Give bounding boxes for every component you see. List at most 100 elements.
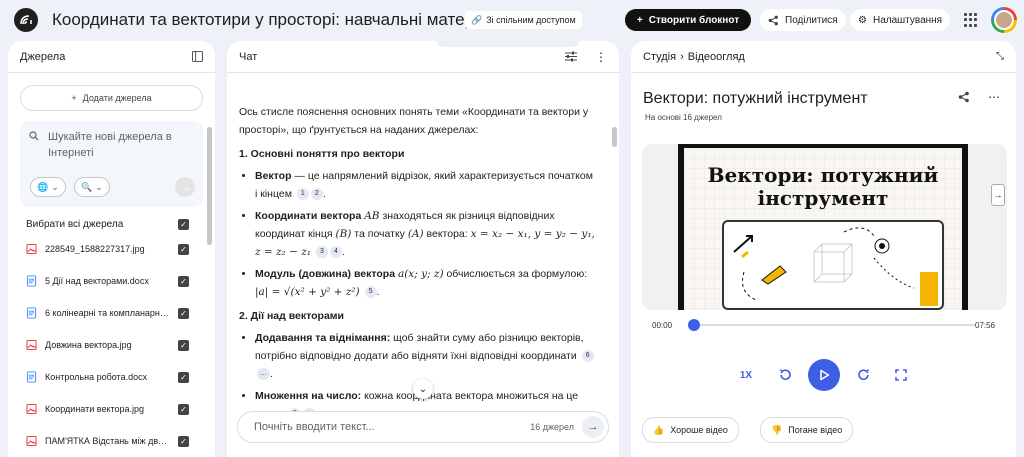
next-slide-arrow-icon[interactable]: → <box>991 184 1005 206</box>
more-vert-icon[interactable]: ⋮ <box>595 50 607 64</box>
source-name: Контрольна робота.docx <box>45 372 148 382</box>
select-all-label: Вибрати всі джерела <box>26 218 124 230</box>
source-checkbox[interactable]: ✓ <box>178 435 189 447</box>
tune-icon[interactable] <box>565 51 577 62</box>
thumb-up-icon: 👍 <box>653 424 665 435</box>
rewind-10-icon[interactable] <box>774 359 796 391</box>
video-player[interactable]: Вектори: потужний інструмент → <box>642 144 1007 310</box>
bullet-list: Вектор — це напрямлений відрізок, який х… <box>255 167 595 301</box>
share-icon <box>768 15 778 25</box>
list-item[interactable]: Координати вектора.jpg ✓ <box>8 393 215 425</box>
list-item[interactable]: Контрольна робота.docx ✓ <box>8 361 215 393</box>
sources-scrollbar[interactable] <box>207 127 212 245</box>
list-item[interactable]: 5 Дії над векторами.docx ✓ <box>8 265 215 297</box>
plus-icon: + <box>71 93 77 103</box>
globe-icon: 🌐 <box>37 182 49 192</box>
speed-button[interactable]: 1X <box>735 359 757 391</box>
source-checkbox[interactable]: ✓ <box>178 275 189 287</box>
progress-track[interactable] <box>694 324 976 326</box>
forward-10-icon[interactable] <box>853 359 875 391</box>
citation-chip[interactable]: 1 <box>296 188 309 201</box>
share-button[interactable]: Поділитися <box>760 9 846 31</box>
good-video-button[interactable]: 👍 Хороше відео <box>642 417 739 443</box>
shared-access-chip[interactable]: 🔗 Зі спільним доступом <box>465 11 582 29</box>
notebooklm-logo-icon[interactable] <box>14 8 38 32</box>
chat-input[interactable]: Почніть вводити текст... 16 джерел → <box>237 411 609 443</box>
source-checkbox[interactable]: ✓ <box>178 307 189 319</box>
image-file-icon <box>26 339 37 351</box>
page-title: Координати та вектотири у просторі: навч… <box>52 10 507 29</box>
section-heading: 2. Дії над векторами <box>239 310 345 322</box>
progress-thumb[interactable] <box>688 319 700 331</box>
time-current: 00:00 <box>652 321 673 330</box>
list-item: Додавання та віднімання: щоб знайти суму… <box>255 329 595 383</box>
source-checkbox[interactable]: ✓ <box>178 339 189 351</box>
search-icon <box>29 130 39 146</box>
send-arrow-icon[interactable]: → <box>582 416 604 438</box>
play-button[interactable] <box>808 359 840 391</box>
source-name: 5 Дії над векторами.docx <box>45 276 149 286</box>
more-horiz-icon[interactable]: ⋯ <box>988 91 1000 103</box>
bullet-text: вектора: <box>423 228 471 240</box>
citation-chip[interactable]: 2 <box>310 188 323 201</box>
citation-chip[interactable]: 3 <box>315 246 328 259</box>
play-icon <box>820 369 830 381</box>
source-checkbox[interactable]: ✓ <box>178 243 189 255</box>
list-item: Координати вектора AB знаходяться як різ… <box>255 207 595 261</box>
citation-chip[interactable]: 4 <box>329 246 342 259</box>
thumb-down-icon: 👎 <box>771 424 783 435</box>
term: Координати вектора <box>255 210 362 222</box>
sources-panel: Джерела + Додати джерела Шукайте нові дж… <box>8 41 215 457</box>
add-sources-label: Додати джерела <box>82 93 152 103</box>
citation-chip[interactable]: 6 <box>581 350 594 363</box>
chat-panel: Чат ⋮ Ось стисле пояснення основних поня… <box>227 41 619 457</box>
slide-title: Вектори: потужний інструмент <box>707 163 939 210</box>
select-all-checkbox[interactable]: ✓ <box>178 218 189 230</box>
studio-header: Студія › Відеоогляд ⤡ <box>631 41 1016 73</box>
search-mode-dropdown[interactable]: 🔍 ⌄ <box>74 177 110 197</box>
scroll-down-chevron-icon[interactable]: ⌄ <box>413 379 433 399</box>
share-icon[interactable] <box>958 91 970 103</box>
chat-scrollbar[interactable] <box>612 127 617 147</box>
settings-label: Налаштування <box>872 14 943 26</box>
previous-message-edge <box>437 41 579 47</box>
web-search-box[interactable]: Шукайте нові джерела в Інтернеті 🌐 ⌄ 🔍 ⌄ → <box>20 121 203 207</box>
bad-video-button[interactable]: 👎 Погане відео <box>760 417 854 443</box>
image-file-icon <box>26 435 37 447</box>
document-file-icon <box>26 275 37 287</box>
citation-chip[interactable]: 5 <box>364 286 377 299</box>
settings-button[interactable]: ⚙ Налаштування <box>850 9 951 31</box>
source-checkbox[interactable]: ✓ <box>178 403 189 415</box>
avatar[interactable] <box>991 7 1017 33</box>
chat-intro: Ось стисле пояснення основних понять тем… <box>239 106 589 136</box>
citation-chip[interactable]: … <box>257 368 270 381</box>
submit-arrow-icon[interactable]: → <box>175 177 195 197</box>
web-source-dropdown[interactable]: 🌐 ⌄ <box>30 177 66 197</box>
good-video-label: Хороше відео <box>670 425 728 435</box>
top-bar: Координати та вектотири у просторі: навч… <box>0 0 1024 40</box>
term: Вектор <box>255 170 292 182</box>
create-notebook-label: Створити блокнот <box>648 14 740 26</box>
document-file-icon <box>26 371 37 383</box>
breadcrumb: Студія › Відеоогляд <box>643 51 745 63</box>
fullscreen-icon[interactable] <box>890 359 912 391</box>
collapse-panel-icon[interactable] <box>192 51 203 62</box>
source-count: 16 джерел <box>530 422 574 432</box>
video-actions: ⋯ <box>958 91 1000 103</box>
select-all-row[interactable]: Вибрати всі джерела ✓ <box>8 215 215 233</box>
list-item[interactable]: ПАМ'ЯТКА Відстань між двома точками ✓ <box>8 425 215 457</box>
apps-grid-icon[interactable] <box>964 13 978 27</box>
list-item[interactable]: Довжина вектора.jpg ✓ <box>8 329 215 361</box>
breadcrumb-studio[interactable]: Студія <box>643 51 676 63</box>
shared-access-label: Зі спільним доступом <box>486 15 576 25</box>
list-item[interactable]: 6 колінеарні та компланарні вектори ✓ <box>8 297 215 329</box>
studio-panel: Студія › Відеоогляд ⤡ Вектори: потужний … <box>631 41 1016 457</box>
source-list: 228549_1588227317.jpg ✓ 5 Дії над вектор… <box>8 233 215 457</box>
collapse-icon[interactable]: ⤡ <box>996 51 1004 62</box>
list-item[interactable]: 228549_1588227317.jpg ✓ <box>8 233 215 265</box>
add-sources-button[interactable]: + Додати джерела <box>20 85 203 111</box>
source-checkbox[interactable]: ✓ <box>178 371 189 383</box>
video-title: Вектори: потужний інструмент <box>643 90 868 107</box>
create-notebook-button[interactable]: + Створити блокнот <box>625 9 751 31</box>
source-name: 6 колінеарні та компланарні вектори <box>45 308 170 318</box>
